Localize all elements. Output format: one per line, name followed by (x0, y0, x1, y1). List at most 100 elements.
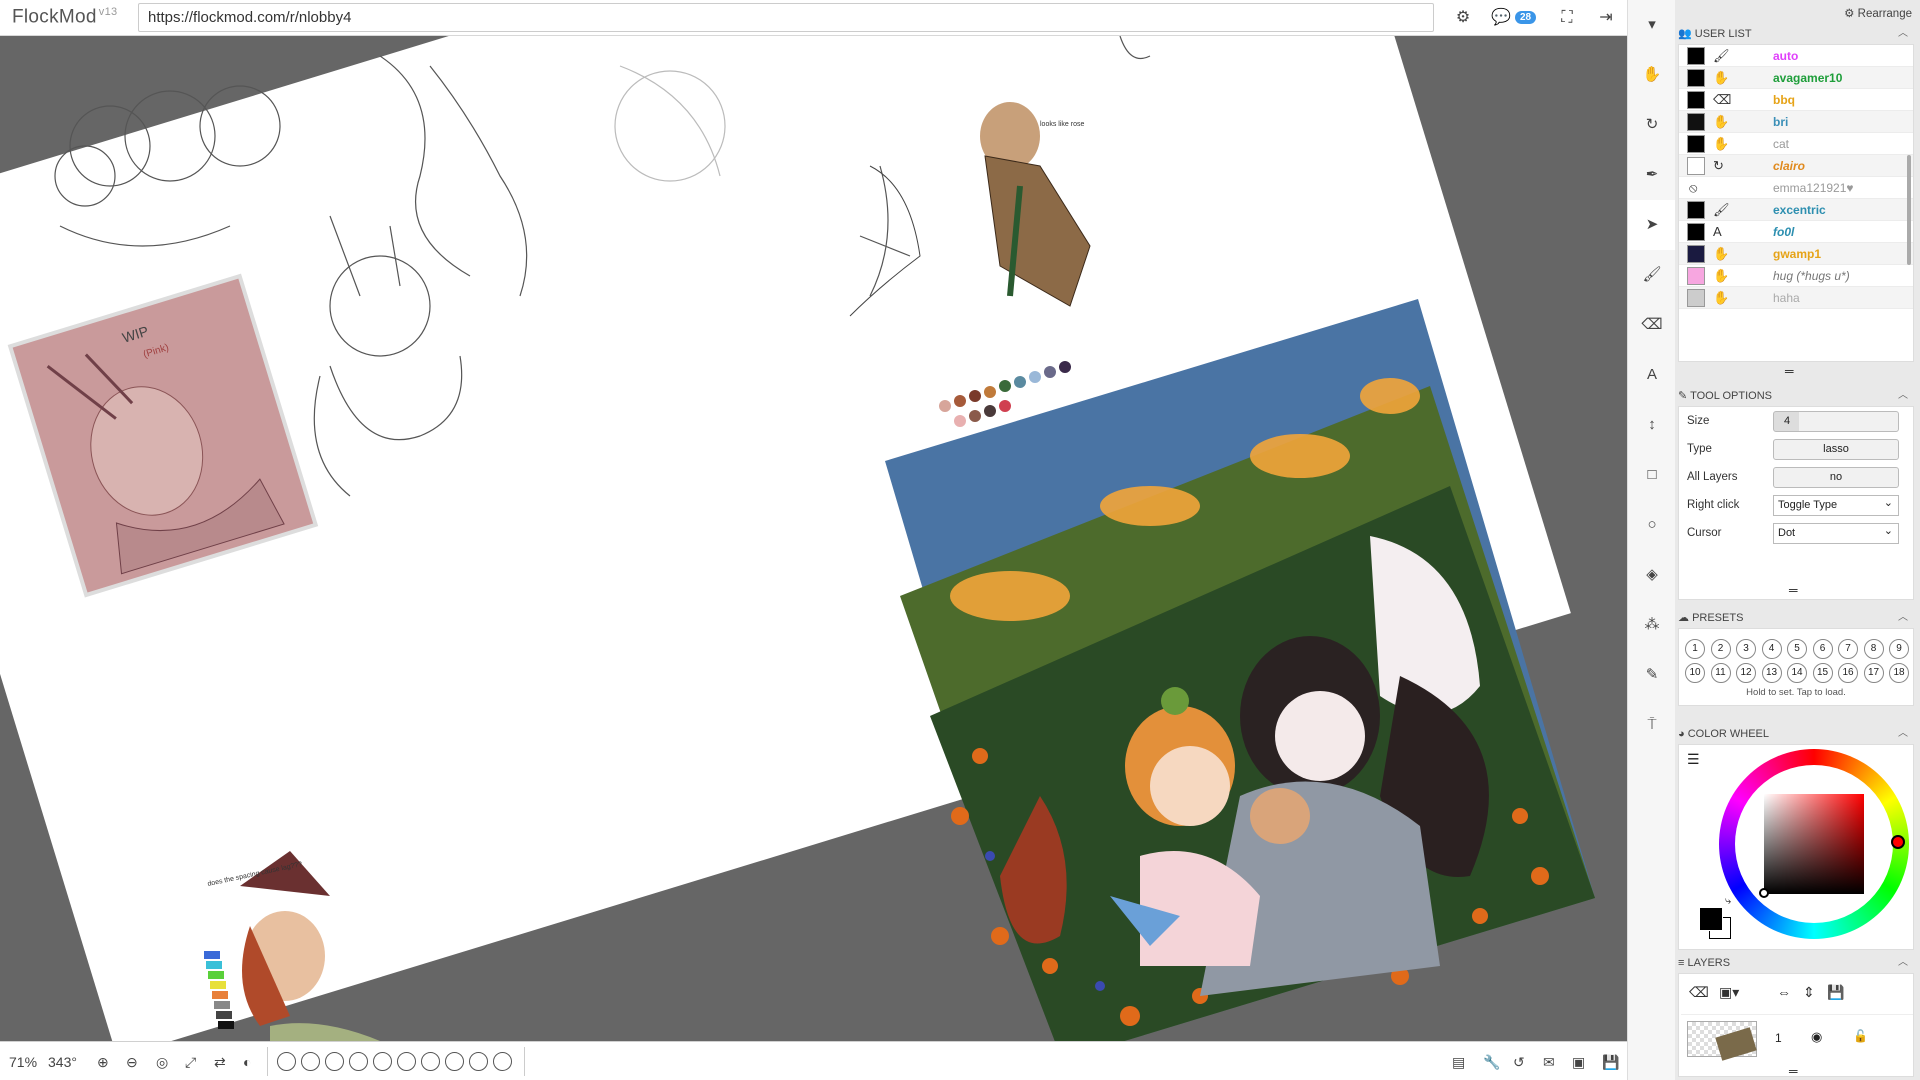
zoom-in-icon[interactable]: ⊕ (97, 1053, 109, 1071)
slot-2[interactable] (301, 1052, 320, 1071)
preset-slot[interactable]: 10 (1685, 663, 1705, 683)
ellipse-tool-icon[interactable]: ○ (1628, 500, 1676, 550)
chevron-up-icon[interactable]: ︿ (1898, 726, 1908, 742)
primary-color-swatch[interactable] (1699, 907, 1723, 931)
flip-vertical-icon[interactable]: ⇕ (1803, 984, 1815, 1001)
resize-handle-icon[interactable]: ═ (1789, 583, 1798, 597)
rotation-angle[interactable]: 343° (48, 1053, 77, 1071)
user-row[interactable]: ⦸ emma121921♥ (1679, 177, 1913, 199)
preset-slot[interactable]: 18 (1889, 663, 1909, 683)
eye-icon[interactable]: ◉ (1811, 1029, 1822, 1045)
layers-header[interactable]: ≡ LAYERS ︿ (1678, 955, 1914, 971)
preset-slot[interactable]: 17 (1863, 663, 1884, 683)
saturation-square[interactable] (1764, 794, 1864, 894)
fullscreen-icon[interactable]: ⛶ (1556, 8, 1578, 28)
reset-view-icon[interactable]: ◎ (156, 1053, 168, 1071)
preset-slot[interactable]: 11 (1710, 663, 1731, 683)
pen-tool-icon[interactable]: ✎ (1628, 650, 1676, 700)
layer-image-icon[interactable]: ▣▾ (1719, 984, 1739, 1001)
preset-slot[interactable]: 16 (1838, 663, 1858, 683)
size-slider[interactable]: 4 (1773, 411, 1899, 432)
slot-4[interactable] (349, 1052, 368, 1071)
collapse-toggle-icon[interactable]: ▾ (1628, 0, 1676, 50)
zoom-out-icon[interactable]: ⊖ (126, 1053, 138, 1071)
move-tool-icon[interactable]: ↕ (1628, 400, 1676, 450)
user-row[interactable]: ✋ avagamer10 (1679, 67, 1913, 89)
chat-icon[interactable]: 💬 (1490, 8, 1512, 28)
room-url-field[interactable]: https://flockmod.com/r/nlobby4 (138, 3, 1434, 32)
wrench-icon[interactable]: 🔧 (1483, 1053, 1500, 1071)
preset-slot[interactable]: 8 (1863, 639, 1884, 659)
chevron-up-icon[interactable]: ︿ (1898, 388, 1908, 404)
color-wheel-header[interactable]: ◕ COLOR WHEEL ︿ (1678, 726, 1914, 742)
user-row[interactable]: ⌫ bbq (1679, 89, 1913, 111)
user-row[interactable]: ↻ clairo (1679, 155, 1913, 177)
user-row[interactable]: ✋ bri (1679, 111, 1913, 133)
user-row[interactable]: ✋ haha (1679, 287, 1913, 309)
user-list-scrollbar[interactable] (1907, 155, 1911, 265)
slot-10[interactable] (493, 1052, 512, 1071)
all-layers-toggle[interactable]: no (1773, 467, 1899, 488)
paint-roller-tool-icon[interactable]: ⍑ (1628, 700, 1676, 750)
brush-tool-icon[interactable]: 🖌 (1628, 250, 1676, 300)
slot-5[interactable] (373, 1052, 392, 1071)
preset-slot[interactable]: 5 (1787, 639, 1807, 659)
chevron-up-icon[interactable]: ︿ (1898, 26, 1908, 42)
preset-slot[interactable]: 14 (1787, 663, 1807, 683)
tool-options-header[interactable]: ✎ TOOL OPTIONS ︿ (1678, 388, 1914, 404)
rectangle-tool-icon[interactable]: □ (1628, 450, 1676, 500)
right-click-select[interactable]: Toggle Type (1773, 494, 1899, 516)
select-tool-icon[interactable]: ➤ (1628, 200, 1676, 250)
slot-9[interactable] (469, 1052, 488, 1071)
user-row[interactable]: ✋ hug (*hugs u*) (1679, 265, 1913, 287)
settings-gear-icon[interactable]: ⚙ (1452, 8, 1474, 28)
slot-8[interactable] (445, 1052, 464, 1071)
slot-6[interactable] (397, 1052, 416, 1071)
sliders-icon[interactable]: ☰ (1687, 751, 1700, 768)
user-row[interactable]: 🖌 excentric (1679, 199, 1913, 221)
image-icon[interactable]: ▣ (1572, 1053, 1585, 1071)
user-row[interactable]: ✋ gwamp1 (1679, 243, 1913, 265)
preset-slot[interactable]: 9 (1889, 639, 1909, 659)
save-layer-icon[interactable]: 💾 (1827, 984, 1844, 1001)
clear-layer-icon[interactable]: ⌫ (1689, 984, 1709, 1001)
cursor-select[interactable]: Dot (1773, 522, 1899, 544)
rotate-tool-icon[interactable]: ↻ (1628, 100, 1676, 150)
hue-picker-handle[interactable] (1891, 835, 1905, 849)
lock-icon[interactable]: 🔓 (1853, 1029, 1868, 1043)
type-toggle[interactable]: lasso (1773, 439, 1899, 460)
preset-slot[interactable]: 4 (1761, 639, 1782, 659)
hand-tool-icon[interactable]: ✋ (1628, 50, 1676, 100)
logout-icon[interactable]: ⇥ (1595, 8, 1617, 28)
layer-row[interactable]: 1 ◉ 🔓 (1681, 1014, 1913, 1061)
preset-slot[interactable]: 2 (1710, 639, 1731, 659)
brush-settings-icon[interactable]: ▤ (1452, 1053, 1465, 1071)
user-list-header[interactable]: 👥 USER LIST ︿ (1678, 26, 1914, 42)
save-icon[interactable]: 💾 (1602, 1053, 1619, 1071)
mail-icon[interactable]: ✉ (1543, 1053, 1555, 1071)
user-row[interactable]: 🖌 auto (1679, 45, 1913, 67)
lasso-tool-icon[interactable]: ⁂ (1628, 600, 1676, 650)
eraser-tool-icon[interactable]: ⌫ (1628, 300, 1676, 350)
slot-1[interactable] (277, 1052, 296, 1071)
user-row[interactable]: ✋ cat (1679, 133, 1913, 155)
undo-icon[interactable]: ↺ (1513, 1053, 1525, 1071)
chevron-up-icon[interactable]: ︿ (1898, 610, 1908, 626)
drawing-canvas[interactable]: WIP (Pink) looks like rose does the spac… (0, 36, 1627, 1041)
sv-picker-handle[interactable] (1759, 888, 1769, 898)
swap-colors-icon[interactable]: ⤷ (1725, 895, 1731, 908)
flip-icon[interactable]: ⇄ (214, 1053, 226, 1071)
preset-slot[interactable]: 13 (1761, 663, 1782, 683)
preset-slot[interactable]: 6 (1812, 639, 1833, 659)
resize-handle-icon[interactable]: ═ (1789, 1064, 1798, 1078)
rearrange-button[interactable]: ⚙ Rearrange (1844, 6, 1912, 20)
zoom-level[interactable]: 71% (9, 1053, 37, 1071)
text-tool-icon[interactable]: A (1628, 350, 1676, 400)
resize-handle-icon[interactable]: ═ (1785, 364, 1794, 378)
slot-7[interactable] (421, 1052, 440, 1071)
contrast-icon[interactable]: ◐ (243, 1053, 251, 1071)
preset-slot[interactable]: 1 (1685, 639, 1705, 659)
preset-slot[interactable]: 15 (1812, 663, 1833, 683)
fit-screen-icon[interactable]: ⤢ (185, 1053, 196, 1071)
preset-slot[interactable]: 7 (1838, 639, 1858, 659)
